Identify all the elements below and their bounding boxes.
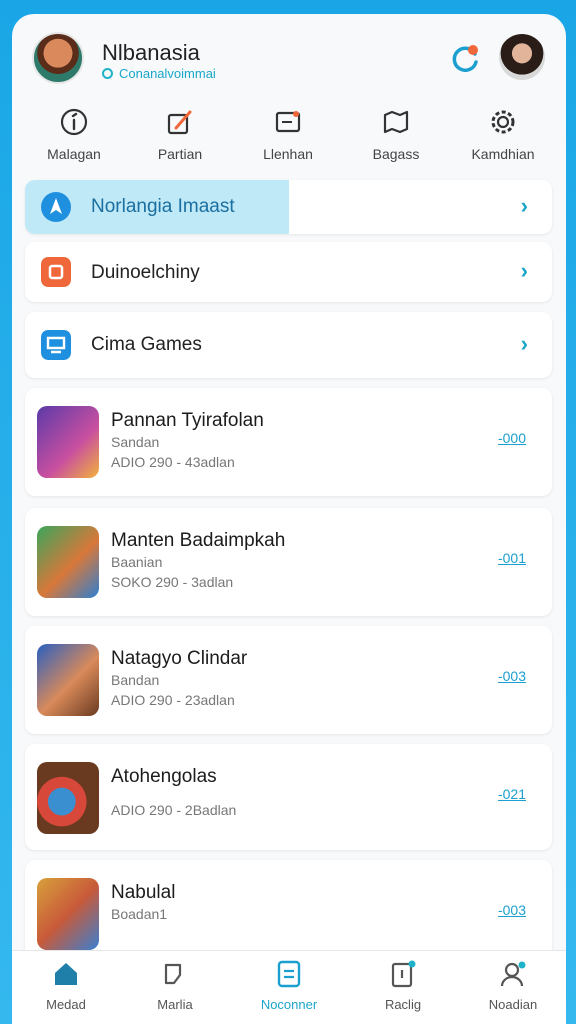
list-icon [277,960,301,988]
screen-icon [41,330,71,360]
menu-label: Duinoelchiny [91,262,200,283]
game-thumbnail [37,644,99,716]
game-title: Pannan Tyirafolan [111,410,264,431]
topnav-item-partian[interactable]: Partian [130,106,230,162]
menu-item-cima-games[interactable]: Cima Games › [25,312,552,378]
square-icon [41,257,71,287]
topnav-item-malagan[interactable]: Malagan [24,106,124,162]
game-subtitle: Boadan1 [111,906,168,922]
topnav-item-llenhan[interactable]: Llenhan [238,106,338,162]
app-subtitle: Conanalvoimmai [102,66,216,81]
topnav-label: Malagan [47,146,101,162]
map-icon [383,110,409,134]
game-row[interactable]: Nabulal Boadan1 -003 [25,860,552,960]
game-thumbnail [37,406,99,478]
profile-avatar[interactable] [499,34,545,80]
home-icon [55,963,77,985]
tab-label: Noadian [488,997,538,1012]
game-subtitle: Sandan [111,434,160,450]
status-icon [102,68,113,79]
topnav-label: Bagass [372,146,420,162]
chevron-right-icon: › [520,258,528,283]
game-title: Natagyo Clindar [111,648,248,669]
cards-icon [164,963,182,985]
menu-item-norlangia[interactable]: Norlangia Imaast › [25,180,552,234]
game-thumbnail [37,878,99,950]
game-value-link[interactable]: -021 [498,786,526,802]
menu-item-duinoelchiny[interactable]: Duinoelchiny › [25,242,552,302]
app-card: Nlbanasia Conanalvoimmai Malagan Partian [12,14,566,1024]
topnav-item-bagass[interactable]: Bagass [346,106,446,162]
tab-label: Noconner [260,997,318,1012]
chevron-right-icon: › [520,331,528,356]
game-meta: ADIO 290 - 2Badlan [111,802,237,818]
menu-label: Cima Games [91,334,202,355]
menu-label: Norlangia Imaast [91,196,235,217]
game-value-link[interactable]: -000 [498,430,526,446]
game-meta: ADIO 290 - 23adlan [111,692,235,708]
user-avatar[interactable] [32,32,84,84]
header: Nlbanasia Conanalvoimmai [12,14,566,109]
info-icon [60,108,88,136]
message-icon [275,111,301,133]
tab-label: Medad [46,997,86,1012]
game-meta: ADIO 290 - 43adlan [111,454,235,470]
game-row[interactable]: Natagyo Clindar Bandan ADIO 290 - 23adla… [25,626,552,734]
top-nav: Malagan Partian Llenhan Bagass Kamdhian [12,106,566,176]
tab-noconner[interactable]: Noconner [239,959,339,1012]
topnav-item-kamdhian[interactable]: Kamdhian [453,106,553,162]
tab-marlia[interactable]: Marlia [125,959,225,1012]
game-title: Atohengolas [111,766,217,787]
topnav-label: Kamdhian [471,146,535,162]
game-subtitle: Bandan [111,672,160,688]
tab-label: Raclig [384,997,422,1012]
game-thumbnail [37,762,99,834]
game-value-link[interactable]: -003 [498,902,526,918]
rocket-icon [41,192,71,222]
game-row[interactable]: Atohengolas ADIO 290 - 2Badlan -021 [25,744,552,850]
subtitle-text: Conanalvoimmai [119,66,216,81]
tab-label: Marlia [157,997,193,1012]
game-value-link[interactable]: -001 [498,550,526,566]
tab-noadian[interactable]: Noadian [463,959,563,1012]
game-subtitle: Baanian [111,554,163,570]
topnav-label: Llenhan [263,146,313,162]
game-row[interactable]: Pannan Tyirafolan Sandan ADIO 290 - 43ad… [25,388,552,496]
game-row[interactable]: Manten Badaimpkah Baanian SOKO 290 - 3ad… [25,508,552,616]
bottom-nav: Medad Marlia Noconner Raclig Noadian [12,950,566,1024]
tablet-icon [391,960,416,988]
game-value-link[interactable]: -003 [498,668,526,684]
sync-icon[interactable] [448,42,482,76]
game-thumbnail [37,526,99,598]
app-title: Nlbanasia [102,40,200,65]
profile-icon [500,961,526,987]
game-title: Nabulal [111,882,176,903]
game-title: Manten Badaimpkah [111,530,286,551]
chevron-right-icon: › [520,193,528,218]
topnav-label: Partian [157,146,203,162]
tab-raclig[interactable]: Raclig [353,959,453,1012]
edit-icon [167,110,192,135]
game-meta: SOKO 290 - 3adlan [111,574,234,590]
gear-icon [491,110,515,134]
tab-medad[interactable]: Medad [16,959,116,1012]
